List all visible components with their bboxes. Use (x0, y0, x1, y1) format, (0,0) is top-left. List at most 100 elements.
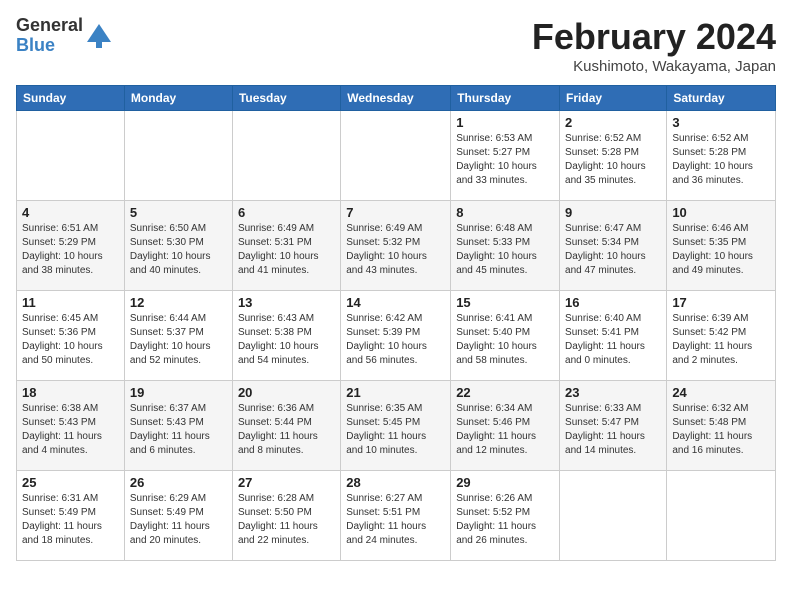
calendar-week-row: 25 Sunrise: 6:31 AM Sunset: 5:49 PM Dayli… (17, 471, 776, 561)
weekday-header: Thursday (451, 86, 560, 111)
calendar-cell: 19Sunrise: 6:37 AM Sunset: 5:43 PM Dayli… (124, 381, 232, 471)
day-info: Sunrise: 6:35 AM Sunset: 5:45 PM Dayligh… (346, 402, 445, 458)
calendar-cell: 10 Sunrise: 6:46 AM Sunset: 5:35 PM Dayli… (667, 201, 776, 291)
day-info: Sunrise: 6:45 AM Sunset: 5:36 PM Dayligh… (22, 312, 119, 368)
calendar-cell: 24Sunrise: 6:32 AM Sunset: 5:48 PM Dayli… (667, 381, 776, 471)
weekday-header: Saturday (667, 86, 776, 111)
day-info: Sunrise: 6:44 AM Sunset: 5:37 PM Dayligh… (130, 312, 227, 368)
day-info: Sunrise: 6:31 AM Sunset: 5:49 PM Dayligh… (22, 492, 119, 548)
day-number: 28 (346, 475, 445, 490)
day-number: 12 (130, 295, 227, 310)
calendar-cell: 26 Sunrise: 6:29 AM Sunset: 5:49 PM Dayli… (124, 471, 232, 561)
calendar-week-row: 11 Sunrise: 6:45 AM Sunset: 5:36 PM Dayli… (17, 291, 776, 381)
calendar-cell: 23 Sunrise: 6:33 AM Sunset: 5:47 PM Dayli… (560, 381, 667, 471)
day-number: 11 (22, 295, 119, 310)
day-info: Sunrise: 6:42 AM Sunset: 5:39 PM Dayligh… (346, 312, 445, 368)
day-info: Sunrise: 6:51 AM Sunset: 5:29 PM Dayligh… (22, 222, 119, 278)
calendar-cell (124, 111, 232, 201)
day-number: 5 (130, 205, 227, 220)
calendar-cell (667, 471, 776, 561)
calendar-cell (560, 471, 667, 561)
month-title: February 2024 (532, 16, 776, 58)
location-subtitle: Kushimoto, Wakayama, Japan (532, 58, 776, 75)
weekday-header: Monday (124, 86, 232, 111)
calendar-cell: 2 Sunrise: 6:52 AM Sunset: 5:28 PM Daylig… (560, 111, 667, 201)
day-number: 9 (565, 205, 661, 220)
day-info: Sunrise: 6:43 AM Sunset: 5:38 PM Dayligh… (238, 312, 335, 368)
calendar-week-row: 18 Sunrise: 6:38 AM Sunset: 5:43 PM Dayli… (17, 381, 776, 471)
day-number: 1 (456, 115, 554, 130)
calendar-cell: 29Sunrise: 6:26 AM Sunset: 5:52 PM Dayli… (451, 471, 560, 561)
weekday-header: Sunday (17, 86, 125, 111)
calendar-cell: 4 Sunrise: 6:51 AM Sunset: 5:29 PM Daylig… (17, 201, 125, 291)
day-info: Sunrise: 6:32 AM Sunset: 5:48 PM Dayligh… (672, 402, 770, 458)
calendar-cell: 27 Sunrise: 6:28 AM Sunset: 5:50 PM Dayli… (232, 471, 340, 561)
day-number: 6 (238, 205, 335, 220)
day-info: Sunrise: 6:46 AM Sunset: 5:35 PM Dayligh… (672, 222, 770, 278)
day-number: 4 (22, 205, 119, 220)
day-number: 15 (456, 295, 554, 310)
day-number: 2 (565, 115, 661, 130)
day-number: 20 (238, 385, 335, 400)
calendar-cell: 18 Sunrise: 6:38 AM Sunset: 5:43 PM Dayli… (17, 381, 125, 471)
day-number: 23 (565, 385, 661, 400)
calendar-cell: 13 Sunrise: 6:43 AM Sunset: 5:38 PM Dayli… (232, 291, 340, 381)
logo-icon (85, 22, 113, 50)
day-number: 3 (672, 115, 770, 130)
weekday-header-row: SundayMondayTuesdayWednesdayThursdayFrid… (17, 86, 776, 111)
day-info: Sunrise: 6:52 AM Sunset: 5:28 PM Dayligh… (565, 132, 661, 188)
calendar-cell: 9Sunrise: 6:47 AM Sunset: 5:34 PM Daylig… (560, 201, 667, 291)
title-block: February 2024 Kushimoto, Wakayama, Japan (532, 16, 776, 75)
calendar-cell: 15 Sunrise: 6:41 AM Sunset: 5:40 PM Dayli… (451, 291, 560, 381)
day-number: 19 (130, 385, 227, 400)
logo-blue: Blue (16, 36, 83, 56)
day-info: Sunrise: 6:48 AM Sunset: 5:33 PM Dayligh… (456, 222, 554, 278)
day-number: 10 (672, 205, 770, 220)
calendar-cell: 12 Sunrise: 6:44 AM Sunset: 5:37 PM Dayli… (124, 291, 232, 381)
day-info: Sunrise: 6:27 AM Sunset: 5:51 PM Dayligh… (346, 492, 445, 548)
day-number: 14 (346, 295, 445, 310)
day-number: 25 (22, 475, 119, 490)
logo: General Blue (16, 16, 113, 56)
day-number: 26 (130, 475, 227, 490)
calendar-cell: 21 Sunrise: 6:35 AM Sunset: 5:45 PM Dayli… (341, 381, 451, 471)
logo-general: General (16, 16, 83, 36)
day-number: 7 (346, 205, 445, 220)
day-info: Sunrise: 6:41 AM Sunset: 5:40 PM Dayligh… (456, 312, 554, 368)
calendar-cell (17, 111, 125, 201)
day-info: Sunrise: 6:50 AM Sunset: 5:30 PM Dayligh… (130, 222, 227, 278)
calendar-cell: 8 Sunrise: 6:48 AM Sunset: 5:33 PM Daylig… (451, 201, 560, 291)
day-number: 8 (456, 205, 554, 220)
day-info: Sunrise: 6:49 AM Sunset: 5:31 PM Dayligh… (238, 222, 335, 278)
day-info: Sunrise: 6:36 AM Sunset: 5:44 PM Dayligh… (238, 402, 335, 458)
day-number: 21 (346, 385, 445, 400)
weekday-header: Tuesday (232, 86, 340, 111)
calendar-cell: 5 Sunrise: 6:50 AM Sunset: 5:30 PM Daylig… (124, 201, 232, 291)
calendar-cell: 3Sunrise: 6:52 AM Sunset: 5:28 PM Daylig… (667, 111, 776, 201)
calendar-table: SundayMondayTuesdayWednesdayThursdayFrid… (16, 85, 776, 561)
day-info: Sunrise: 6:39 AM Sunset: 5:42 PM Dayligh… (672, 312, 770, 368)
calendar-cell: 6 Sunrise: 6:49 AM Sunset: 5:31 PM Daylig… (232, 201, 340, 291)
weekday-header: Wednesday (341, 86, 451, 111)
calendar-week-row: 4 Sunrise: 6:51 AM Sunset: 5:29 PM Daylig… (17, 201, 776, 291)
day-number: 18 (22, 385, 119, 400)
calendar-cell: 28 Sunrise: 6:27 AM Sunset: 5:51 PM Dayli… (341, 471, 451, 561)
day-info: Sunrise: 6:28 AM Sunset: 5:50 PM Dayligh… (238, 492, 335, 548)
day-info: Sunrise: 6:49 AM Sunset: 5:32 PM Dayligh… (346, 222, 445, 278)
calendar-cell: 25 Sunrise: 6:31 AM Sunset: 5:49 PM Dayli… (17, 471, 125, 561)
calendar-cell: 1Sunrise: 6:53 AM Sunset: 5:27 PM Daylig… (451, 111, 560, 201)
day-info: Sunrise: 6:38 AM Sunset: 5:43 PM Dayligh… (22, 402, 119, 458)
day-number: 16 (565, 295, 661, 310)
day-number: 27 (238, 475, 335, 490)
day-number: 22 (456, 385, 554, 400)
day-info: Sunrise: 6:29 AM Sunset: 5:49 PM Dayligh… (130, 492, 227, 548)
calendar-cell: 11 Sunrise: 6:45 AM Sunset: 5:36 PM Dayli… (17, 291, 125, 381)
day-number: 17 (672, 295, 770, 310)
day-info: Sunrise: 6:33 AM Sunset: 5:47 PM Dayligh… (565, 402, 661, 458)
calendar-cell: 7 Sunrise: 6:49 AM Sunset: 5:32 PM Daylig… (341, 201, 451, 291)
calendar-cell (232, 111, 340, 201)
calendar-week-row: 1Sunrise: 6:53 AM Sunset: 5:27 PM Daylig… (17, 111, 776, 201)
calendar-cell: 20 Sunrise: 6:36 AM Sunset: 5:44 PM Dayli… (232, 381, 340, 471)
calendar-cell: 16Sunrise: 6:40 AM Sunset: 5:41 PM Dayli… (560, 291, 667, 381)
day-number: 13 (238, 295, 335, 310)
